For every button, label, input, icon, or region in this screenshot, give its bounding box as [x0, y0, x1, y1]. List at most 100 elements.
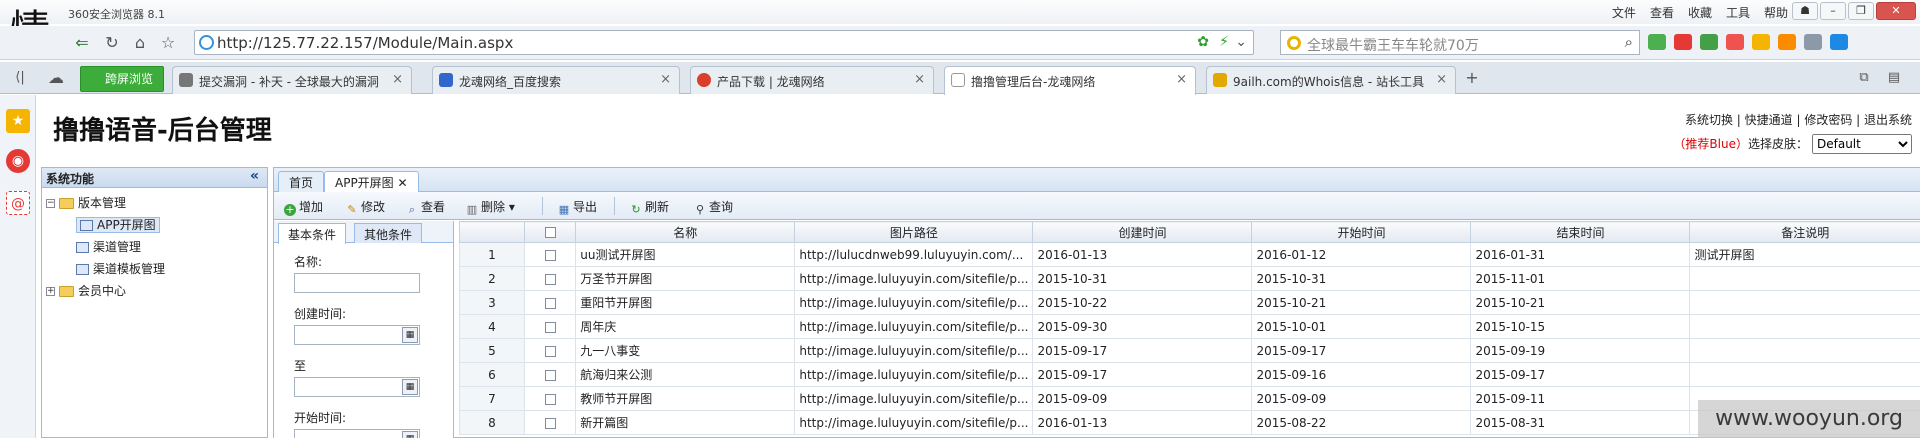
- refresh-icon[interactable]: ↻: [100, 31, 124, 55]
- edit-button[interactable]: ✎ 修改: [346, 198, 385, 216]
- collapse-node-icon[interactable]: −: [46, 199, 55, 208]
- col-created[interactable]: 创建时间: [1032, 221, 1253, 243]
- security-icon[interactable]: ✿: [1197, 34, 1209, 50]
- cell-created: 2015-10-31: [1032, 266, 1253, 291]
- tree-node-channel[interactable]: 渠道管理: [46, 236, 267, 258]
- speed-mode-icon[interactable]: ⚡: [1219, 34, 1229, 50]
- table-row[interactable]: 4 周年庆 http://image.luluyuyin.com/sitefile/…: [459, 314, 1920, 339]
- skin-select[interactable]: Default: [1812, 134, 1912, 154]
- cell-name: 周年庆: [575, 314, 796, 339]
- view-button[interactable]: ⌕ 查看: [406, 198, 445, 216]
- row-checkbox[interactable]: [544, 273, 556, 285]
- search-icon[interactable]: ⌕: [1625, 33, 1633, 51]
- restore-tabs-icon[interactable]: ⧉: [1852, 66, 1876, 90]
- col-select-all[interactable]: [523, 221, 577, 243]
- skin-button[interactable]: ☗: [1792, 2, 1818, 20]
- screenshot-ext-icon[interactable]: [1778, 34, 1796, 50]
- tab-baidu[interactable]: 龙魂网络_百度搜索 ×: [432, 66, 680, 94]
- table-row[interactable]: 2 万圣节开屏图 http://image.luluyuyin.com/sitefi…: [459, 266, 1920, 291]
- table-row[interactable]: 3 重阳节开屏图 http://image.luluyuyin.com/sitefi…: [459, 290, 1920, 315]
- minimize-button[interactable]: –: [1820, 2, 1846, 20]
- col-end[interactable]: 结束时间: [1470, 221, 1691, 243]
- query-button[interactable]: ⚲ 查询: [694, 198, 733, 216]
- tab-whois[interactable]: 9ailh.com的Whois信息 - 站长工具 ×: [1206, 66, 1456, 94]
- maximize-button[interactable]: ❐: [1848, 2, 1874, 20]
- menu-favorites[interactable]: 收藏: [1688, 4, 1712, 21]
- tab-app-splash[interactable]: APP开屏图 ✕: [324, 171, 419, 193]
- table-row[interactable]: 5 九一八事变 http://image.luluyuyin.com/sitefil…: [459, 338, 1920, 363]
- shield-ext-icon[interactable]: [1700, 34, 1718, 50]
- col-remark[interactable]: 备注说明: [1689, 221, 1920, 243]
- close-tab-icon[interactable]: ×: [1176, 72, 1187, 87]
- url-field[interactable]: http://125.77.22.157/Module/Main.aspx ✿ …: [194, 30, 1254, 55]
- tree-node-channel-template[interactable]: 渠道模板管理: [46, 258, 267, 280]
- favorites-star-icon[interactable]: ★: [6, 109, 30, 133]
- expand-node-icon[interactable]: +: [46, 287, 55, 296]
- note-ext-icon[interactable]: [1752, 34, 1770, 50]
- col-name[interactable]: 名称: [575, 221, 796, 243]
- tab-home[interactable]: 首页: [278, 171, 325, 192]
- weibo-ext-icon[interactable]: [1674, 34, 1692, 50]
- row-checkbox[interactable]: [544, 321, 556, 333]
- tree-node-member[interactable]: + 会员中心: [46, 280, 267, 302]
- collapse-icon[interactable]: «: [250, 168, 259, 184]
- menu-file[interactable]: 文件: [1612, 4, 1636, 21]
- start-from-date[interactable]: ▦: [294, 429, 420, 438]
- calendar-icon[interactable]: ▦: [402, 431, 418, 438]
- row-checkbox[interactable]: [544, 393, 556, 405]
- new-tab-button[interactable]: +: [1460, 66, 1484, 90]
- tree-node-app-splash[interactable]: APP开屏图: [46, 214, 267, 236]
- menu-tools[interactable]: 工具: [1726, 4, 1750, 21]
- close-window-button[interactable]: ✕: [1876, 2, 1916, 20]
- row-checkbox[interactable]: [544, 417, 556, 429]
- row-checkbox[interactable]: [544, 297, 556, 309]
- back-arrow-icon[interactable]: ⇐: [70, 31, 94, 55]
- col-image-path[interactable]: 图片路径: [794, 221, 1034, 243]
- translate-ext-icon[interactable]: [1726, 34, 1744, 50]
- add-button[interactable]: + 增加: [284, 198, 323, 216]
- dropdown-chevron-icon[interactable]: ⌄: [1235, 34, 1247, 50]
- weibo-icon[interactable]: ◉: [6, 149, 30, 173]
- table-row[interactable]: 1 uu测试开屏图 http://lulucdnweb99.luluyuyin.co…: [459, 242, 1920, 267]
- tab-other-conditions[interactable]: 其他条件: [354, 223, 423, 243]
- home-icon[interactable]: ⌂: [128, 31, 152, 55]
- tab-basic-conditions[interactable]: 基本条件: [278, 223, 347, 244]
- cross-screen-button[interactable]: 跨屏浏览: [80, 66, 164, 92]
- search-box[interactable]: 全球最牛霸王车车轮就70万 ⌕: [1280, 30, 1640, 55]
- close-tab-icon[interactable]: ×: [660, 72, 671, 87]
- table-row[interactable]: 6 航海归来公测 http://image.luluyuyin.com/sitefi…: [459, 362, 1920, 387]
- tab-butian[interactable]: 提交漏洞 - 补天 - 全球最大的漏洞响应 ×: [172, 66, 412, 94]
- menu-view[interactable]: 查看: [1650, 4, 1674, 21]
- more-ext-icon[interactable]: [1830, 34, 1848, 50]
- created-from-date[interactable]: ▦: [294, 325, 420, 345]
- grid-app-icon[interactable]: [1648, 34, 1666, 50]
- row-checkbox[interactable]: [544, 345, 556, 357]
- tab-admin-active[interactable]: 撸撸管理后台-龙魂网络 ×: [944, 66, 1196, 95]
- system-function-panel: 系统功能 « − 版本管理 APP开屏图 渠道管理 渠道模板管理 + 会员中心: [41, 167, 268, 438]
- calendar-icon[interactable]: ▦: [402, 379, 418, 395]
- tab-product-download[interactable]: 产品下载 | 龙魂网络 ×: [690, 66, 934, 94]
- col-start[interactable]: 开始时间: [1251, 221, 1472, 243]
- close-tab-icon[interactable]: ×: [392, 72, 403, 87]
- close-tab-icon[interactable]: ×: [1436, 72, 1447, 87]
- row-checkbox[interactable]: [544, 249, 556, 261]
- tab-list-icon[interactable]: ▤: [1882, 66, 1906, 90]
- refresh-button[interactable]: ↻ 刷新: [630, 198, 669, 216]
- select-all-checkbox[interactable]: [544, 227, 556, 238]
- star-icon[interactable]: ☆: [156, 31, 180, 55]
- created-to-date[interactable]: ▦: [294, 377, 420, 397]
- delete-button[interactable]: ▥ 删除 ▾: [466, 198, 515, 216]
- name-input[interactable]: [294, 273, 420, 293]
- cloud-icon[interactable]: ☁: [44, 66, 68, 90]
- calendar-icon[interactable]: ▦: [402, 327, 418, 343]
- page-title: 撸撸语音-后台管理: [53, 116, 272, 146]
- menu-help[interactable]: 帮助: [1764, 4, 1788, 21]
- close-tab-icon[interactable]: ×: [914, 72, 925, 87]
- header-links[interactable]: 系统切换 | 快捷通道 | 修改密码 | 退出系统: [1685, 111, 1912, 128]
- mail-icon[interactable]: @: [6, 191, 30, 215]
- sidebar-toggle-icon[interactable]: ⟨|: [8, 66, 32, 90]
- tree-node-version[interactable]: − 版本管理: [46, 192, 267, 214]
- export-button[interactable]: ▦ 导出: [558, 198, 597, 216]
- game-ext-icon[interactable]: [1804, 34, 1822, 50]
- row-checkbox[interactable]: [544, 369, 556, 381]
